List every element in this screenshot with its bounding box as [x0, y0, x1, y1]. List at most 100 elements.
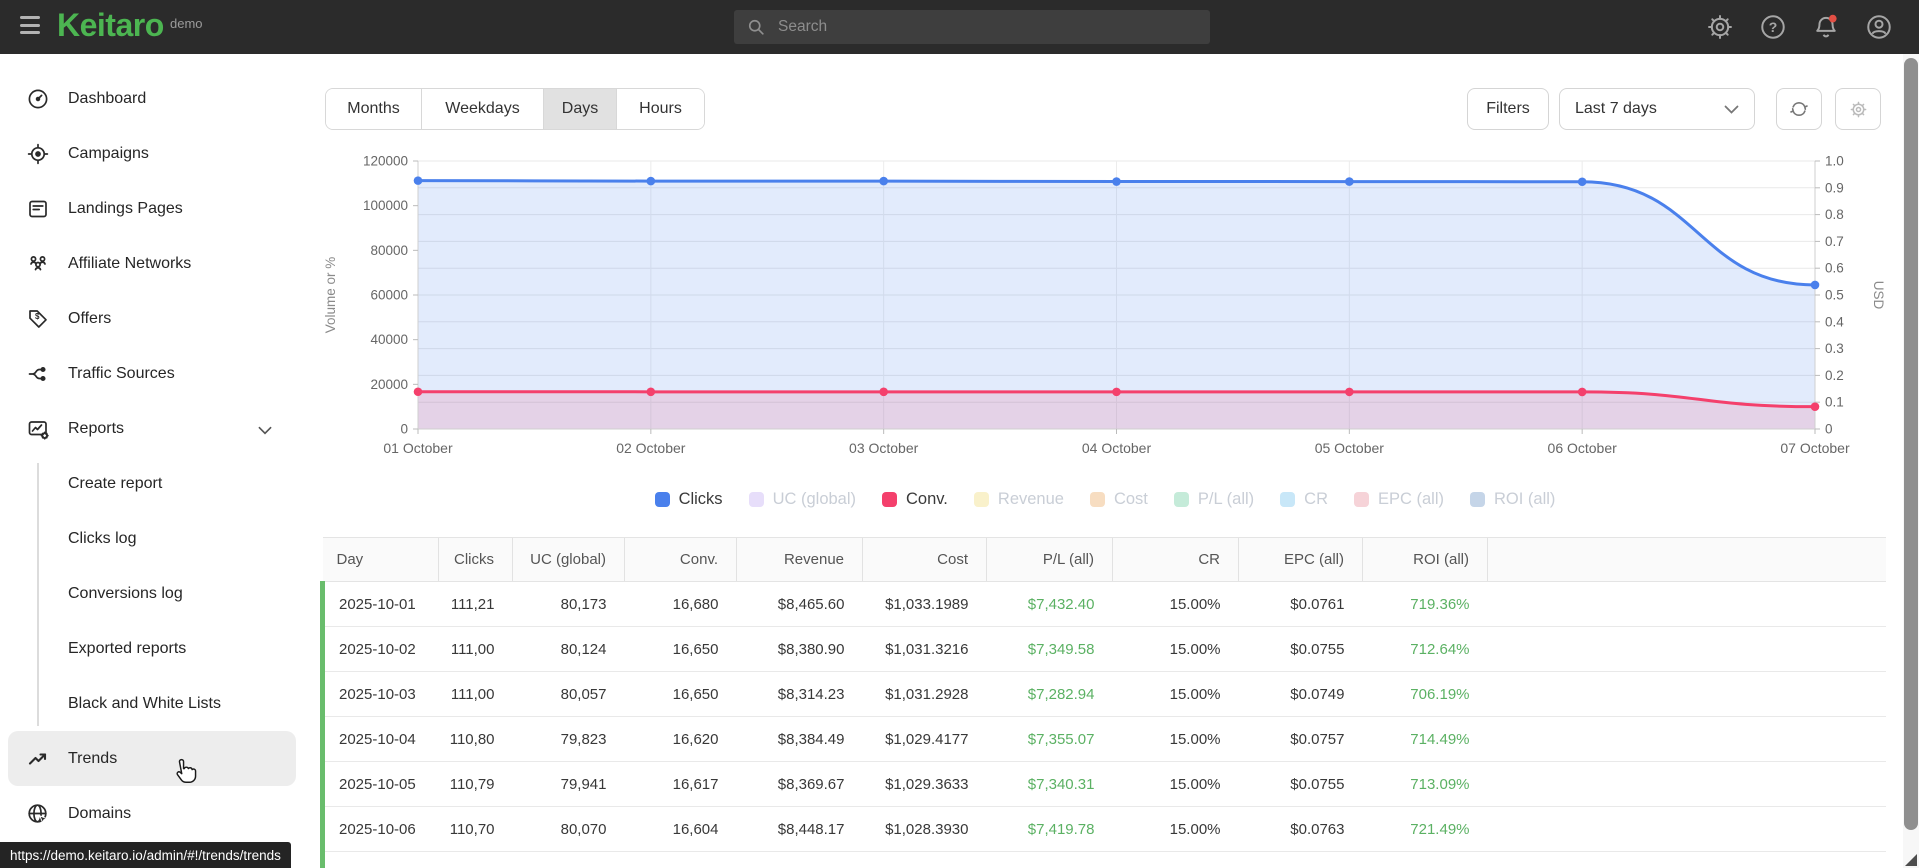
trends-chart[interactable]: 0 20000 40000 60000 80000 100000 120000 0 0.1 0.2… [320, 136, 1890, 488]
legend-label: UC (global) [772, 490, 857, 508]
refresh-button[interactable] [1776, 88, 1822, 130]
legend-item-revenue[interactable]: Revenue [973, 490, 1064, 509]
sidebar-item-affiliate-networks[interactable]: Affiliate Networks [8, 236, 296, 291]
svg-text:02 October: 02 October [616, 440, 686, 456]
cell-revenue: $8,380.90 [736, 626, 863, 672]
legend-swatch [882, 492, 898, 507]
scrollbar[interactable] [1903, 54, 1919, 868]
tab-days[interactable]: Days [543, 89, 616, 129]
cell-cost: $1,031.2928 [862, 671, 987, 717]
legend-label: Cost [1113, 490, 1148, 508]
svg-text:60000: 60000 [370, 288, 408, 303]
sidebar-item-traffic-sources[interactable]: Traffic Sources [8, 346, 296, 401]
table-row[interactable]: 2025-10-06 110,70 80,070 16,604 $8,448.17 $1,… [320, 806, 1886, 852]
legend-item-roi-all-[interactable]: ROI (all) [1470, 490, 1555, 509]
notifications-icon[interactable] [1812, 13, 1840, 41]
table-row[interactable]: 2025-10-02 111,00 80,124 16,650 $8,380.90 $1,… [320, 626, 1886, 672]
table-row[interactable]: 2025-10-05 110,79 79,941 16,617 $8,369.67 $1,… [320, 761, 1886, 807]
column-header-conv-[interactable]: Conv. [624, 537, 737, 582]
settings-icon[interactable] [1706, 13, 1734, 41]
cell-p-l-all-: $7,355.07 [986, 716, 1113, 762]
column-header-epc-all-[interactable]: EPC (all) [1238, 537, 1363, 582]
table-row[interactable]: 2025-10-03 111,00 80,057 16,650 $8,314.23 $1,… [320, 671, 1886, 717]
sidebar-subitem-exported-reports[interactable]: Exported reports [0, 621, 304, 676]
cell-uc-global-: 41,457 [512, 851, 625, 868]
account-icon[interactable] [1865, 13, 1893, 41]
menu-icon[interactable] [20, 16, 40, 38]
cell-filler [1487, 626, 1886, 672]
sidebar-subitem-black-and-white-lists[interactable]: Black and White Lists [0, 676, 304, 731]
svg-text:0.7: 0.7 [1825, 234, 1844, 249]
legend-item-uc-global-[interactable]: UC (global) [748, 490, 857, 509]
column-header-p-l-all-[interactable]: P/L (all) [986, 537, 1113, 582]
svg-text:0.2: 0.2 [1825, 368, 1844, 383]
column-header-clicks[interactable]: Clicks [438, 537, 513, 582]
tab-weekdays[interactable]: Weekdays [421, 89, 543, 129]
legend-item-cost[interactable]: Cost [1089, 490, 1148, 509]
cell-epc-all-: $0.0913 [1238, 851, 1363, 868]
cell-conv-: 16,604 [624, 806, 737, 852]
refresh-icon [1790, 101, 1808, 117]
legend-swatch [654, 492, 670, 507]
cell-filler [1487, 671, 1886, 717]
legend-swatch [1280, 492, 1296, 507]
sidebar-item-campaigns[interactable]: Campaigns [8, 126, 296, 181]
svg-text:1.0: 1.0 [1825, 154, 1844, 169]
svg-text:0.1: 0.1 [1825, 395, 1844, 410]
column-header-cr[interactable]: CR [1112, 537, 1239, 582]
scrollbar-thumb[interactable] [1904, 58, 1918, 830]
column-header-uc-global-[interactable]: UC (global) [512, 537, 625, 582]
sidebar-subitem-clicks-log[interactable]: Clicks log [0, 511, 304, 566]
legend-item-conv-[interactable]: Conv. [882, 490, 948, 509]
sidebar-item-dashboard[interactable]: Dashboard [8, 71, 296, 126]
table-row[interactable]: 2025-10-04 110,80 79,823 16,620 $8,384.49 $1,… [320, 716, 1886, 762]
sidebar-item-trends[interactable]: Trends [8, 731, 296, 786]
legend-item-cr[interactable]: CR [1280, 490, 1328, 509]
tab-months[interactable]: Months [326, 89, 421, 129]
sidebar-item-offers[interactable]: $ Offers [8, 291, 296, 346]
cell-day: 2025-10-02 [320, 626, 439, 672]
tab-hours[interactable]: Hours [616, 89, 704, 129]
cell-cost: $1,029.4177 [862, 716, 987, 762]
filters-button[interactable]: Filters [1467, 88, 1549, 130]
traffic-sources-icon [26, 362, 50, 386]
date-range-select[interactable]: Last 7 days [1559, 88, 1755, 130]
legend-item-p-l-all-[interactable]: P/L (all) [1173, 490, 1255, 509]
cell-p-l-all-: $7,419.78 [986, 806, 1113, 852]
search-box[interactable] [734, 10, 1210, 44]
cell-clicks: 111,21 [438, 581, 513, 627]
table-row[interactable]: 2025-10-0744,1641,4576,449$4,033.04$517.… [320, 851, 1886, 868]
sidebar-item-label: Campaigns [68, 144, 149, 162]
cell-revenue: $4,033.04 [736, 851, 863, 868]
sidebar-item-reports[interactable]: Reports [8, 401, 296, 456]
sidebar: Dashboard Campaigns Landings Pages Affiliat… [0, 54, 304, 868]
cell-uc-global-: 80,057 [512, 671, 625, 717]
column-header-cost[interactable]: Cost [862, 537, 987, 582]
legend-label: P/L (all) [1197, 490, 1255, 508]
sidebar-item-domains[interactable]: Domains [8, 786, 296, 841]
column-header-revenue[interactable]: Revenue [736, 537, 863, 582]
cell-conv-: 16,620 [624, 716, 737, 762]
help-icon[interactable]: ? [1759, 13, 1787, 41]
legend-item-clicks[interactable]: Clicks [654, 490, 723, 509]
sidebar-subitem-create-report[interactable]: Create report [0, 456, 304, 511]
sidebar-subitem-label: Create report [68, 474, 163, 492]
legend-item-epc-all-[interactable]: EPC (all) [1354, 490, 1444, 509]
cell-roi-all-: 713.09% [1362, 761, 1488, 807]
trends-table: Day Clicks UC (global) Conv. Revenue Cost P/L … [320, 537, 1886, 868]
sidebar-item-landings-pages[interactable]: Landings Pages [8, 181, 296, 236]
cell-clicks: 111,00 [438, 671, 513, 717]
cell-clicks: 44,16 [438, 851, 513, 868]
column-header-day[interactable]: Day [322, 537, 439, 582]
chart-settings-button[interactable] [1835, 88, 1881, 130]
trends-icon [26, 747, 50, 771]
cell-clicks: 110,79 [438, 761, 513, 807]
period-tabs: Months Weekdays Days Hours [325, 88, 705, 130]
legend-swatch [1470, 492, 1486, 507]
svg-text:0.8: 0.8 [1825, 207, 1844, 222]
sidebar-subitem-label: Black and White Lists [68, 694, 221, 712]
sidebar-subitem-conversions-log[interactable]: Conversions log [0, 566, 304, 621]
column-header-roi-all-[interactable]: ROI (all) [1362, 537, 1488, 582]
table-row[interactable]: 2025-10-01 111,21 80,173 16,680 $8,465.60 $1,… [320, 581, 1886, 627]
search-input[interactable] [778, 18, 1198, 36]
